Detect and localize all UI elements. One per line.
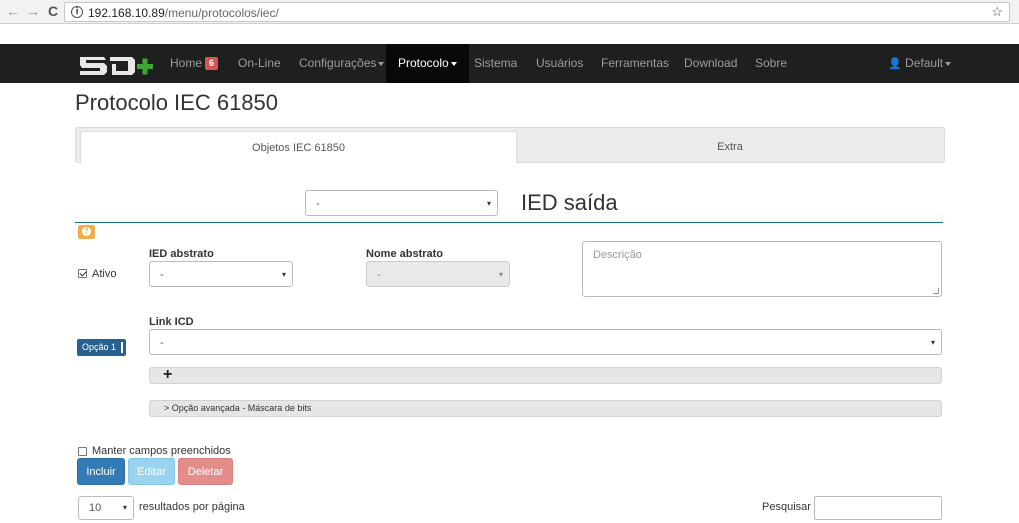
- tab-bar: Objetos IEC 61850 Extra: [75, 127, 945, 163]
- link-icd-value: -: [160, 337, 164, 349]
- question-circle-icon[interactable]: ?: [78, 225, 95, 239]
- nav-user-menu[interactable]: 👤 Default: [888, 44, 952, 83]
- home-badge: 6: [205, 57, 219, 70]
- nav-ferramentas[interactable]: Ferramentas: [601, 44, 669, 83]
- url-host: 192.168.10.89: [88, 6, 165, 20]
- tab-objetos-iec[interactable]: Objetos IEC 61850: [80, 131, 517, 163]
- address-bar[interactable]: i 192.168.10.89/menu/protocolos/iec/ ☆: [64, 2, 1010, 22]
- plus-icon: +: [163, 366, 173, 383]
- resize-handle-icon[interactable]: [933, 288, 939, 294]
- section-title: IED saída: [521, 190, 618, 215]
- deletar-button[interactable]: Deletar: [178, 458, 233, 485]
- page-size-select[interactable]: 10 ▾: [78, 496, 134, 520]
- ativo-label: Ativo: [92, 268, 117, 280]
- incluir-button[interactable]: Incluir: [77, 458, 125, 485]
- ativo-checkbox[interactable]: [78, 269, 87, 278]
- chevron-down-icon: [945, 61, 952, 66]
- descricao-placeholder: Descrição: [593, 249, 642, 261]
- tab-extra[interactable]: Extra: [517, 131, 943, 163]
- nav-sobre[interactable]: Sobre: [755, 44, 787, 83]
- nav-configuracoes[interactable]: Configurações: [299, 44, 385, 83]
- link-icd-select[interactable]: - ▾: [149, 329, 942, 355]
- page-title: Protocolo IEC 61850: [75, 90, 279, 115]
- nome-abstrato-label: Nome abstrato: [366, 248, 444, 260]
- forward-icon[interactable]: →: [24, 2, 42, 20]
- nav-protocolo-label: Protocolo: [398, 56, 449, 70]
- chevron-down-icon: ▾: [486, 199, 491, 208]
- help-glyph: ?: [82, 227, 91, 236]
- page-spacer: [0, 24, 1019, 44]
- reload-icon[interactable]: C: [44, 2, 62, 20]
- search-input[interactable]: [814, 496, 942, 520]
- chevron-down-icon: [450, 61, 457, 66]
- descricao-textarea[interactable]: Descrição: [582, 241, 942, 297]
- link-icd-label: Link ICD: [149, 316, 194, 328]
- user-icon: 👤: [888, 57, 902, 70]
- advanced-option-toggle[interactable]: > Opção avançada - Máscara de bits: [149, 400, 942, 417]
- nav-sistema[interactable]: Sistema: [474, 44, 517, 83]
- nav-configuracoes-label: Configurações: [299, 56, 377, 70]
- url-text: 192.168.10.89/menu/protocolos/iec/: [88, 6, 279, 20]
- nav-usuarios[interactable]: Usuários: [536, 44, 583, 83]
- section-divider: [75, 222, 943, 223]
- keep-fields-checkbox[interactable]: [78, 447, 87, 456]
- chevron-down-icon: ▾: [281, 270, 286, 279]
- chevron-down-icon: ▾: [930, 338, 935, 347]
- add-button[interactable]: +: [149, 366, 942, 384]
- bookmark-star-icon[interactable]: ☆: [991, 4, 1003, 20]
- ied-select-value: -: [316, 198, 320, 210]
- search-label: Pesquisar: [762, 501, 811, 513]
- ied-select[interactable]: - ▾: [305, 190, 498, 216]
- back-icon[interactable]: ←: [4, 2, 22, 20]
- ied-abstrato-select[interactable]: - ▾: [149, 261, 293, 287]
- option-1-button[interactable]: Opção 1: [77, 339, 126, 356]
- chevron-down-icon: ▾: [498, 270, 503, 279]
- nav-home[interactable]: Home 6: [170, 44, 219, 83]
- ied-abstrato-value: -: [160, 269, 164, 281]
- ied-abstrato-label: IED abstrato: [149, 248, 214, 260]
- nav-online[interactable]: On-Line: [238, 44, 281, 83]
- nav-download[interactable]: Download: [684, 44, 737, 83]
- keep-fields-label: Manter campos preenchidos: [92, 445, 231, 457]
- editar-button[interactable]: Editar: [128, 458, 175, 485]
- nav-protocolo[interactable]: Protocolo: [386, 44, 469, 83]
- page-size-value: 10: [89, 502, 102, 514]
- nome-abstrato-value: -: [377, 269, 381, 281]
- advanced-option-label: > Opção avançada - Máscara de bits: [164, 403, 312, 413]
- url-path: /menu/protocolos/iec/: [164, 6, 279, 20]
- nav-user-label: Default: [905, 56, 944, 70]
- brand-logo[interactable]: [78, 53, 158, 77]
- chevron-down-icon: [378, 61, 385, 66]
- top-navbar: Home 6 On-Line Configurações Protocolo Si…: [0, 44, 1019, 83]
- chevron-down-icon: ▾: [122, 503, 127, 512]
- info-icon[interactable]: i: [71, 6, 83, 18]
- nome-abstrato-select: - ▾: [366, 261, 510, 287]
- results-per-page-label: resultados por página: [139, 501, 245, 513]
- nav-home-label: Home: [170, 56, 203, 70]
- browser-toolbar: ← → C i 192.168.10.89/menu/protocolos/ie…: [0, 0, 1019, 24]
